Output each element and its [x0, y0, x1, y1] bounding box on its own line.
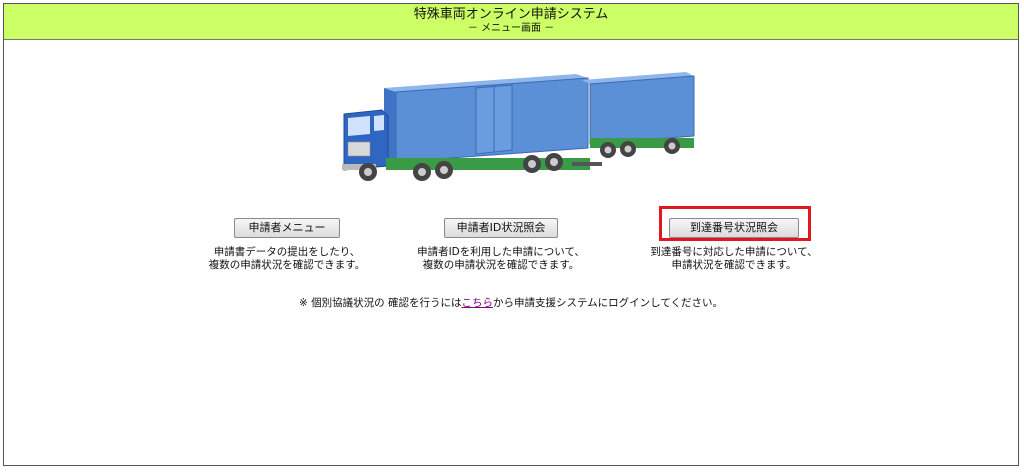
applicant-menu-description: 申請書データの提出をしたり、 複数の申請状況を確認できます。	[167, 246, 407, 272]
coupling-bar	[572, 162, 602, 166]
arrival-number-status-button[interactable]: 到達番号状況照会	[669, 218, 799, 238]
system-title: 特殊車両オンライン申請システム	[413, 7, 609, 22]
arrival-number-status-description: 到達番号に対応した申請について、 申請状況を確認できます。	[614, 246, 854, 272]
page-frame: 特殊車両オンライン申請システム － メニュー画面 － 申請者メニュー 申請者ID…	[3, 3, 1019, 466]
applicant-menu-button[interactable]: 申請者メニュー	[234, 218, 340, 238]
description-line: 申請書データの提出をしたり、	[213, 246, 361, 258]
description-line: 申請者IDを利用した申請について、	[417, 246, 585, 258]
note-suffix: から申請支援システムにログインしてください。	[492, 297, 724, 309]
applicant-id-status-button[interactable]: 申請者ID状況照会	[444, 218, 558, 238]
applicant-id-status-description: 申請者IDを利用した申請について、 複数の申請状況を確認できます。	[381, 246, 621, 272]
screen-subtitle: － メニュー画面 －	[467, 23, 555, 34]
description-line: 複数の申請状況を確認できます。	[208, 259, 366, 271]
description-line: 到達番号に対応した申請について、	[650, 246, 818, 258]
truck-illustration	[342, 72, 695, 181]
note-prefix: ※ 個別協議状況の 確認を行うには	[298, 297, 462, 309]
cab-windshield	[348, 116, 370, 136]
page-header: 特殊車両オンライン申請システム － メニュー画面 －	[4, 4, 1018, 40]
cab-window	[374, 115, 384, 131]
trailer-side	[589, 75, 695, 145]
cab-grille	[347, 141, 371, 157]
login-link[interactable]: こちら	[461, 297, 493, 309]
description-line: 申請状況を確認できます。	[671, 259, 797, 271]
consultation-note: ※ 個別協議状況の 確認を行うにはこちらから申請支援システムにログインしてくださ…	[4, 296, 1018, 310]
description-line: 複数の申請状況を確認できます。	[422, 259, 580, 271]
